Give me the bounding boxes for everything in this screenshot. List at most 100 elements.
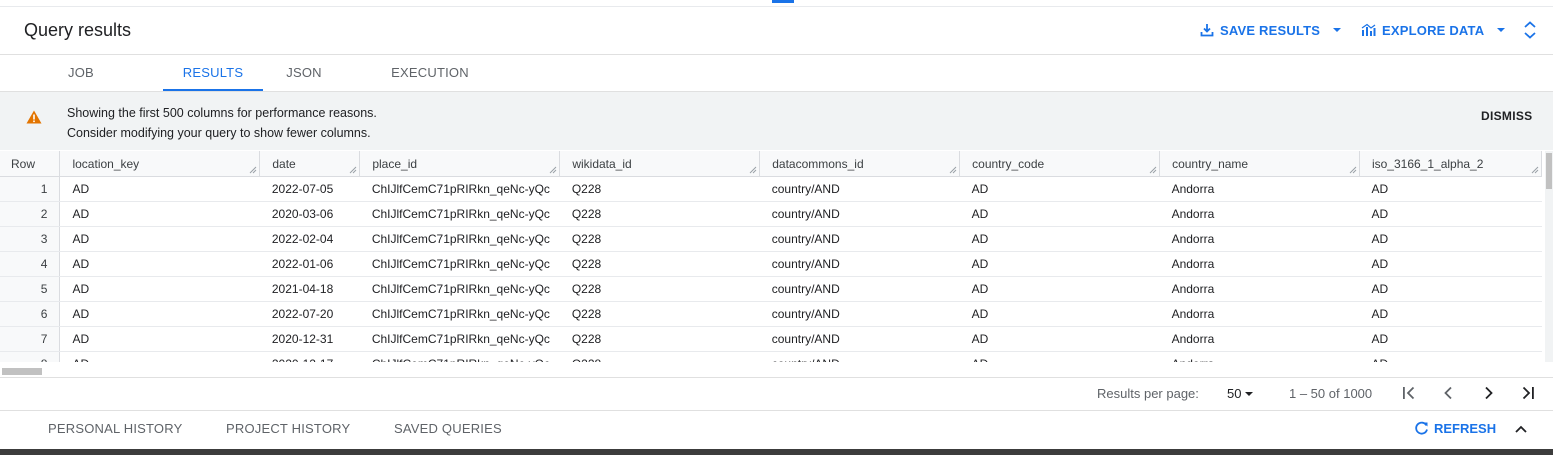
table-cell[interactable]: AD [1359,176,1542,202]
column-resize-handle-icon[interactable] [1149,166,1157,174]
last-page-icon[interactable] [1520,384,1536,402]
table-cell[interactable]: 2020-12-31 [259,326,360,352]
table-cell[interactable]: AD [1359,251,1542,277]
tab-execution-details[interactable]: EXECUTION DETAILS [367,55,493,116]
table-row[interactable]: 7 AD 2020-12-31 ChIJlfCemC71pRIRkn_qeNc-yQc… [0,326,1542,352]
table-cell[interactable]: ChIJlfCemC71pRIRkn_qeNc-yQc [359,351,560,362]
table-cell[interactable]: country/AND [759,176,960,202]
row-number-cell[interactable]: 2 [0,201,61,227]
table-cell[interactable]: AD [1359,326,1542,352]
table-cell[interactable]: AD [59,276,260,302]
expand-panel-icon[interactable] [1522,20,1538,40]
table-cell[interactable]: AD [1359,276,1542,302]
table-row[interactable]: 3 AD 2022-02-04 ChIJlfCemC71pRIRkn_qeNc-yQc… [0,226,1542,252]
table-cell[interactable]: AD [59,176,260,202]
table-row[interactable]: 1 AD 2022-07-05 ChIJlfCemC71pRIRkn_qeNc-yQc… [0,176,1542,202]
table-cell[interactable]: Andorra [1159,226,1360,252]
row-number-cell[interactable]: 6 [0,301,61,327]
table-cell[interactable]: AD [959,201,1160,227]
table-cell[interactable]: AD [959,251,1160,277]
column-resize-handle-icon[interactable] [949,166,957,174]
table-cell[interactable]: country/AND [759,251,960,277]
table-row[interactable]: 4 AD 2022-01-06 ChIJlfCemC71pRIRkn_qeNc-yQc… [0,251,1542,277]
table-row[interactable]: 6 AD 2022-07-20 ChIJlfCemC71pRIRkn_qeNc-yQc… [0,301,1542,327]
collapse-chevron-up-icon[interactable] [1513,422,1529,436]
table-cell[interactable]: Q228 [559,276,760,302]
first-page-icon[interactable] [1401,384,1417,402]
table-cell[interactable]: Andorra [1159,351,1360,362]
column-header-wikidata-id[interactable]: wikidata_id [559,151,761,177]
table-cell[interactable]: Andorra [1159,326,1360,352]
table-cell[interactable]: AD [59,201,260,227]
table-row[interactable]: 5 AD 2021-04-18 ChIJlfCemC71pRIRkn_qeNc-yQc… [0,276,1542,302]
column-header-place-id[interactable]: place_id [359,151,561,177]
table-cell[interactable]: AD [59,351,260,362]
table-cell[interactable]: Andorra [1159,251,1360,277]
vertical-scroll-thumb[interactable] [1546,153,1552,189]
table-cell[interactable]: 2022-02-04 [259,226,360,252]
table-cell[interactable]: AD [1359,351,1542,362]
table-cell[interactable]: Andorra [1159,276,1360,302]
table-cell[interactable]: 2020-12-17 [259,351,360,362]
table-cell[interactable]: AD [1359,201,1542,227]
column-resize-handle-icon[interactable] [1349,166,1357,174]
table-cell[interactable]: AD [1359,226,1542,252]
row-number-cell[interactable]: 7 [0,326,61,352]
table-cell[interactable]: country/AND [759,326,960,352]
horizontal-scroll-thumb[interactable] [2,368,42,375]
row-number-cell[interactable]: 3 [0,226,61,252]
column-resize-handle-icon[interactable] [349,166,357,174]
row-number-cell[interactable]: 1 [0,176,61,202]
table-cell[interactable]: ChIJlfCemC71pRIRkn_qeNc-yQc [359,276,560,302]
table-cell[interactable]: AD [959,176,1160,202]
tab-json[interactable]: JSON [284,55,324,91]
table-cell[interactable]: Q228 [559,326,760,352]
table-cell[interactable]: ChIJlfCemC71pRIRkn_qeNc-yQc [359,251,560,277]
table-cell[interactable]: Q228 [559,201,760,227]
table-cell[interactable]: country/AND [759,201,960,227]
table-cell[interactable]: ChIJlfCemC71pRIRkn_qeNc-yQc [359,226,560,252]
table-cell[interactable]: AD [59,251,260,277]
table-cell[interactable]: Andorra [1159,176,1360,202]
table-cell[interactable]: country/AND [759,301,960,327]
table-cell[interactable]: Q228 [559,301,760,327]
tab-results[interactable]: RESULTS [163,55,263,91]
table-cell[interactable]: 2020-03-06 [259,201,360,227]
table-cell[interactable]: AD [959,326,1160,352]
table-cell[interactable]: AD [59,226,260,252]
column-header-iso-3166-1-alpha-2[interactable]: iso_3166_1_alpha_2 [1359,151,1542,177]
column-resize-handle-icon[interactable] [1531,166,1539,174]
table-cell[interactable]: AD [959,351,1160,362]
tab-saved-queries[interactable]: SAVED QUERIES [394,411,502,447]
explore-data-button[interactable]: EXPLORE DATA [1361,21,1506,39]
table-cell[interactable]: 2022-01-06 [259,251,360,277]
table-cell[interactable]: country/AND [759,276,960,302]
column-resize-handle-icon[interactable] [749,166,757,174]
table-row[interactable]: 2 AD 2020-03-06 ChIJlfCemC71pRIRkn_qeNc-yQc… [0,201,1542,227]
column-header-location-key[interactable]: location_key [59,151,261,177]
column-header-date[interactable]: date [259,151,361,177]
results-per-page-select[interactable]: 50 [1227,386,1254,401]
refresh-button[interactable]: REFRESH [1414,421,1496,436]
table-cell[interactable]: Q228 [559,226,760,252]
table-cell[interactable]: country/AND [759,351,960,362]
table-cell[interactable]: Q228 [559,351,760,362]
row-number-cell[interactable]: 5 [0,276,61,302]
table-cell[interactable]: AD [959,226,1160,252]
table-cell[interactable]: country/AND [759,226,960,252]
tab-personal-history[interactable]: PERSONAL HISTORY [48,411,182,447]
column-resize-handle-icon[interactable] [549,166,557,174]
table-cell[interactable]: Q228 [559,251,760,277]
column-header-row[interactable]: Row [0,151,61,177]
horizontal-scrollbar[interactable] [0,365,1553,378]
row-number-cell[interactable]: 4 [0,251,61,277]
table-row[interactable]: 8AD2020-12-17ChIJlfCemC71pRIRkn_qeNc-yQc… [0,351,1542,362]
column-header-datacommons-id[interactable]: datacommons_id [759,151,961,177]
table-cell[interactable]: ChIJlfCemC71pRIRkn_qeNc-yQc [359,326,560,352]
table-cell[interactable]: ChIJlfCemC71pRIRkn_qeNc-yQc [359,176,560,202]
column-header-country-code[interactable]: country_code [959,151,1161,177]
tab-job-information[interactable]: JOB INFORMATION [24,55,138,116]
table-cell[interactable]: AD [59,301,260,327]
table-cell[interactable]: AD [1359,301,1542,327]
table-cell[interactable]: 2021-04-18 [259,276,360,302]
